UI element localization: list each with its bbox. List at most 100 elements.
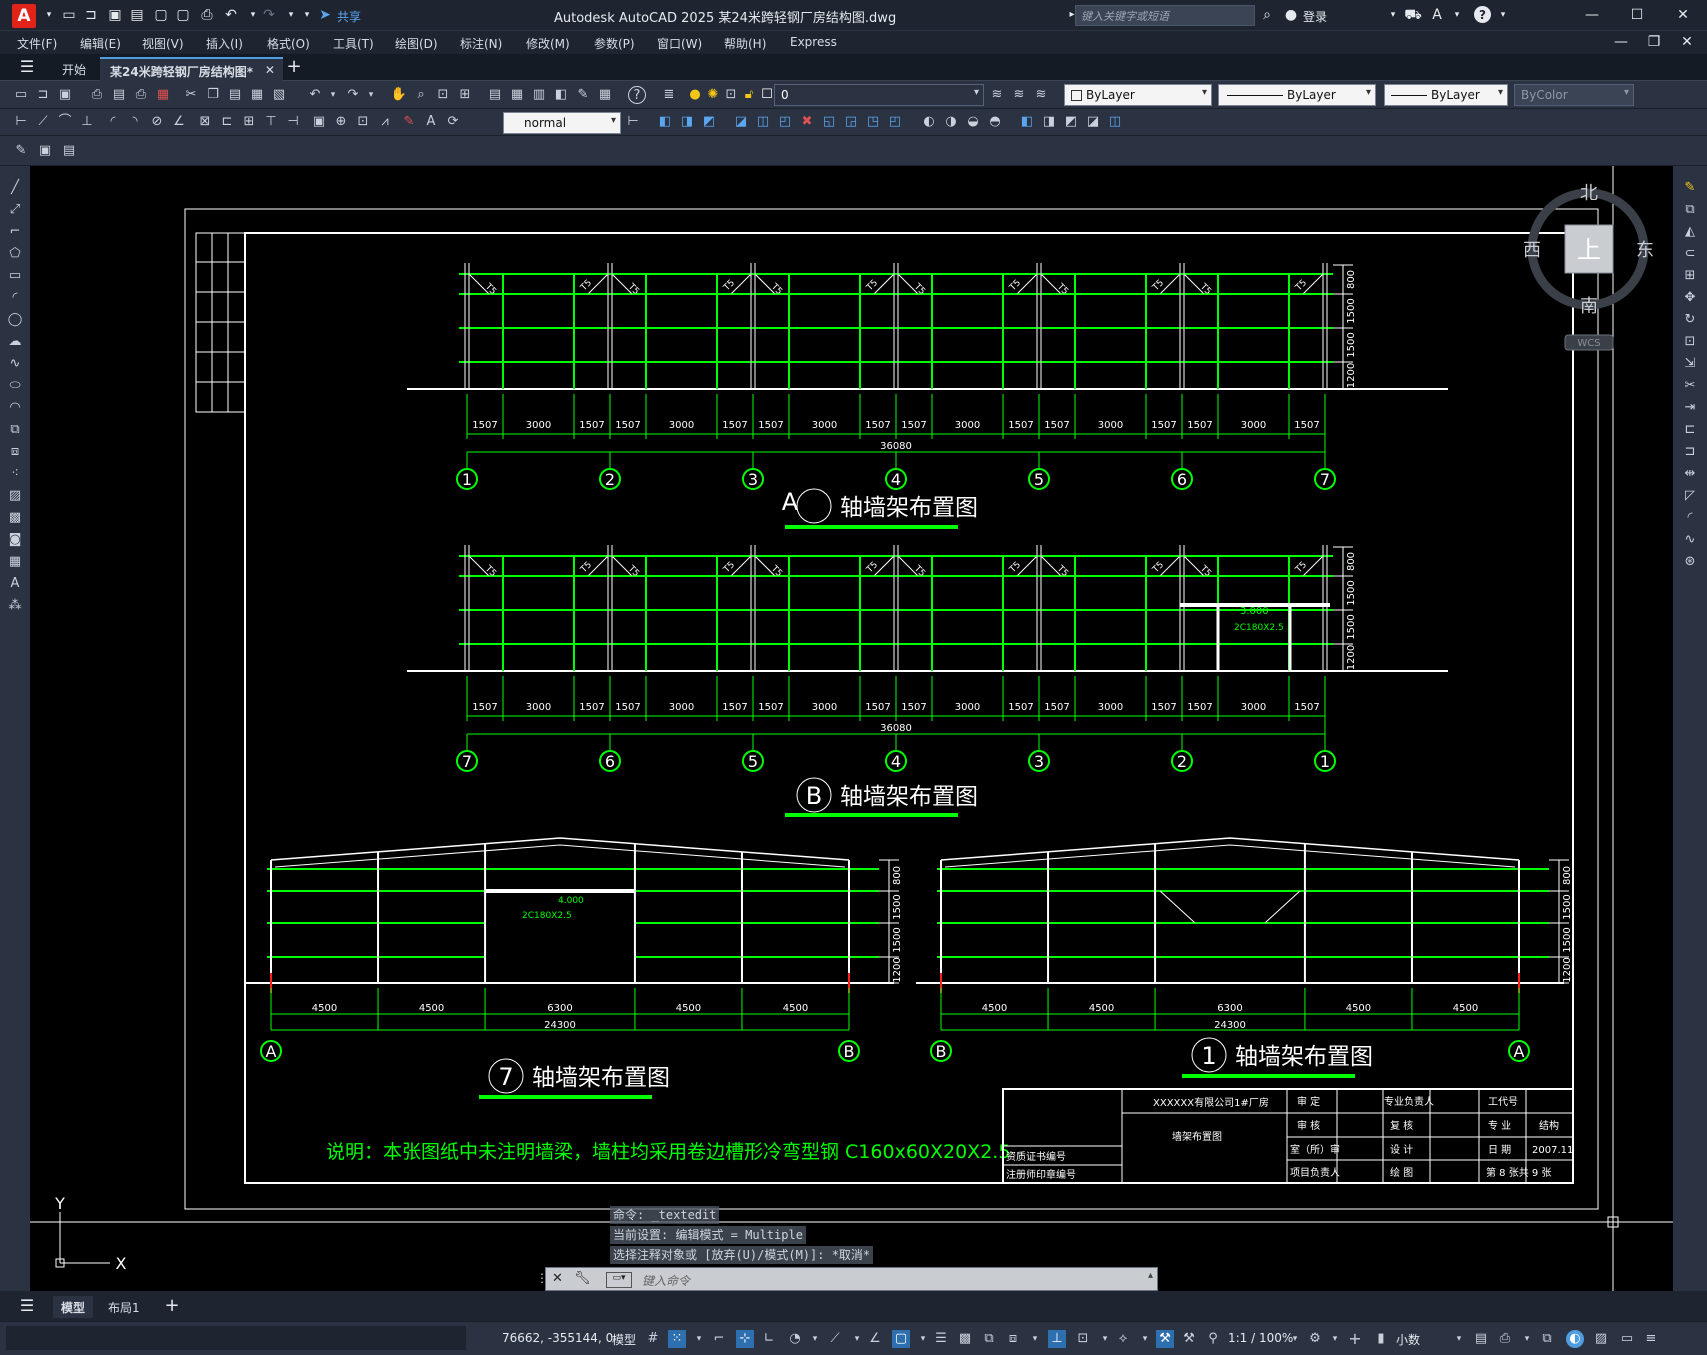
menu-file[interactable]: 文件(F)	[17, 35, 57, 52]
help-dropdown-icon[interactable]: ▾	[1494, 6, 1512, 24]
quick-properties-icon[interactable]: ▤	[1472, 1330, 1490, 1348]
linetype-combo[interactable]: ByLayer ▾	[1218, 84, 1376, 106]
edit-block-icon[interactable]: ✎	[12, 142, 30, 160]
save-as-icon[interactable]: ▤	[128, 6, 146, 24]
dim-aligned-icon[interactable]: ⟋	[34, 113, 52, 131]
lineweight-combo[interactable]: ByLayer ▾	[1384, 84, 1508, 106]
polyline-icon[interactable]: ⌐	[5, 224, 25, 242]
move-icon[interactable]: ✥	[1680, 290, 1700, 308]
hardware-acceleration-icon[interactable]: ◐	[1566, 1330, 1584, 1348]
drawing-canvas[interactable]: T5 T5 T5 T5 T5 T5 T5 T5 T5 T5 T5 T5 800 1500 1500 1200…	[30, 166, 1673, 1291]
dim-angular-icon[interactable]: ∠	[170, 113, 188, 131]
quick-dim-icon[interactable]: ⊠	[196, 113, 214, 131]
layer-freeze-icon[interactable]: ✺	[704, 86, 722, 104]
offset-icon[interactable]: ⊂	[1680, 246, 1700, 264]
circle-icon[interactable]: ◯	[5, 312, 25, 330]
units-icon[interactable]: ▮	[1372, 1330, 1390, 1348]
selection-filter-dropdown-icon[interactable]: ▾	[1096, 1330, 1114, 1348]
clean-screen-icon[interactable]: ▨	[1592, 1330, 1610, 1348]
viewcube[interactable]: 上 北 南 东 西 WCS	[1523, 183, 1654, 351]
imprint-icon[interactable]: ◐	[920, 113, 938, 131]
center-mark-icon[interactable]: ⊕	[332, 113, 350, 131]
isodraft-icon[interactable]: ⟋	[826, 1330, 844, 1348]
rotate-icon[interactable]: ↻	[1680, 312, 1700, 330]
open-file-icon[interactable]: ⊐	[34, 86, 52, 104]
paste-icon[interactable]: ▤	[226, 86, 244, 104]
color-combo[interactable]: ByLayer ▾	[1064, 84, 1212, 106]
annotation-visibility-icon[interactable]: ⚒	[1156, 1330, 1174, 1348]
command-input[interactable]: 键入命令	[642, 1272, 690, 1289]
gizmo-dropdown-icon[interactable]: ▾	[1136, 1330, 1154, 1348]
subtract-icon[interactable]: ◨	[678, 113, 696, 131]
block-editor-icon[interactable]: ▧	[270, 86, 288, 104]
print-icon[interactable]: ⎙	[88, 86, 106, 104]
hamburger-menu-icon[interactable]: ☰	[18, 58, 36, 76]
search-input[interactable]: 键入关键字或短语	[1075, 5, 1255, 26]
spline-icon[interactable]: ∿	[5, 356, 25, 374]
redo-icon[interactable]: ↷	[260, 6, 278, 24]
menu-dimension[interactable]: 标注(N)	[460, 35, 502, 52]
rectangle-icon[interactable]: ▭	[5, 268, 25, 286]
markup-icon[interactable]: ✎	[574, 86, 592, 104]
copy-faces-icon[interactable]: ◳	[864, 113, 882, 131]
erase-icon[interactable]: ✎	[1680, 180, 1700, 198]
share-icon[interactable]: ➤	[316, 6, 334, 24]
units-value[interactable]: 小数	[1396, 1331, 1420, 1348]
menu-window[interactable]: 窗口(W)	[657, 35, 702, 52]
solid-history-icon[interactable]: ◫	[1106, 113, 1124, 131]
mirror-icon[interactable]: ◭	[1680, 224, 1700, 242]
fillet-icon[interactable]: ◜	[1680, 510, 1700, 528]
pan-icon[interactable]: ✋	[390, 86, 408, 104]
app-dropdown-icon[interactable]: ▾	[1448, 6, 1466, 24]
chamfer-icon[interactable]: ◸	[1680, 488, 1700, 506]
tab-close-icon[interactable]: ✕	[265, 63, 275, 77]
slice-icon[interactable]: ◩	[1062, 113, 1080, 131]
offset-faces-icon[interactable]: ◰	[776, 113, 794, 131]
annotation-scale-value[interactable]: 1:1 / 100%	[1228, 1331, 1293, 1345]
menu-insert[interactable]: 插入(I)	[206, 35, 243, 52]
clean-icon[interactable]: ◑	[942, 113, 960, 131]
intersect-icon[interactable]: ◩	[700, 113, 718, 131]
lineweight-icon[interactable]: ☰	[932, 1330, 950, 1348]
array-icon[interactable]: ⊞	[1680, 268, 1700, 286]
save-web-icon[interactable]: ▢	[174, 6, 192, 24]
zoom-previous-icon[interactable]: ⊞	[456, 86, 474, 104]
dim-arc-icon[interactable]: ⌒	[56, 113, 74, 131]
menu-help[interactable]: 帮助(H)	[724, 35, 766, 52]
lock-ui-icon[interactable]: ⎙	[1496, 1330, 1514, 1348]
match-prop-icon[interactable]: ▦	[248, 86, 266, 104]
hatch-icon[interactable]: ▨	[5, 488, 25, 506]
viewcube-north[interactable]: 北	[1580, 183, 1598, 204]
properties-icon[interactable]: ▤	[486, 86, 504, 104]
open-web-icon[interactable]: ▢	[152, 6, 170, 24]
doc-restore-icon[interactable]: ❐	[1645, 33, 1663, 51]
dim-linear-icon[interactable]: ⊢	[12, 113, 30, 131]
gradient-icon[interactable]: ▩	[5, 510, 25, 528]
help-icon[interactable]: ?	[1474, 6, 1491, 23]
customization-icon[interactable]: ≡	[1642, 1330, 1660, 1348]
app-menu-arrow-icon[interactable]: ▾	[40, 6, 58, 24]
layer-vp-icon[interactable]: ⊡	[722, 86, 740, 104]
dynamic-input-icon[interactable]: ⊹	[736, 1330, 754, 1348]
preview-icon[interactable]: ▤	[110, 86, 128, 104]
autodesk-app-icon[interactable]: A	[1428, 6, 1446, 24]
layer-state-icon[interactable]: ≋	[1032, 86, 1050, 104]
cut-icon[interactable]: ✂	[182, 86, 200, 104]
doc-minimize-icon[interactable]: —	[1612, 33, 1630, 51]
new-tab-icon[interactable]: +	[285, 58, 303, 76]
command-customize-icon[interactable]: 🔧︎	[574, 1271, 591, 1286]
isodraft-dropdown-icon[interactable]: ▾	[848, 1330, 866, 1348]
dimstyle-combo[interactable]: normal ▾	[503, 112, 621, 134]
command-recent-icon[interactable]: ▭▾	[606, 1272, 632, 1288]
dim-break-icon[interactable]: ⊣	[284, 113, 302, 131]
undo-tool-icon[interactable]: ↶	[306, 86, 324, 104]
grid-icon[interactable]: #	[644, 1330, 662, 1348]
revcloud-icon[interactable]: ☁	[5, 334, 25, 352]
menu-parametric[interactable]: 参数(P)	[594, 35, 635, 52]
explode-icon[interactable]: ⊛	[1680, 554, 1700, 572]
ellipse-icon[interactable]: ⬭	[5, 378, 25, 396]
dim-radius-icon[interactable]: ◜	[104, 113, 122, 131]
workspace-dropdown-icon[interactable]: ▾	[1326, 1330, 1344, 1348]
selection-cycling-icon[interactable]: ⧉	[980, 1330, 998, 1348]
extend-icon[interactable]: ⇥	[1680, 400, 1700, 418]
